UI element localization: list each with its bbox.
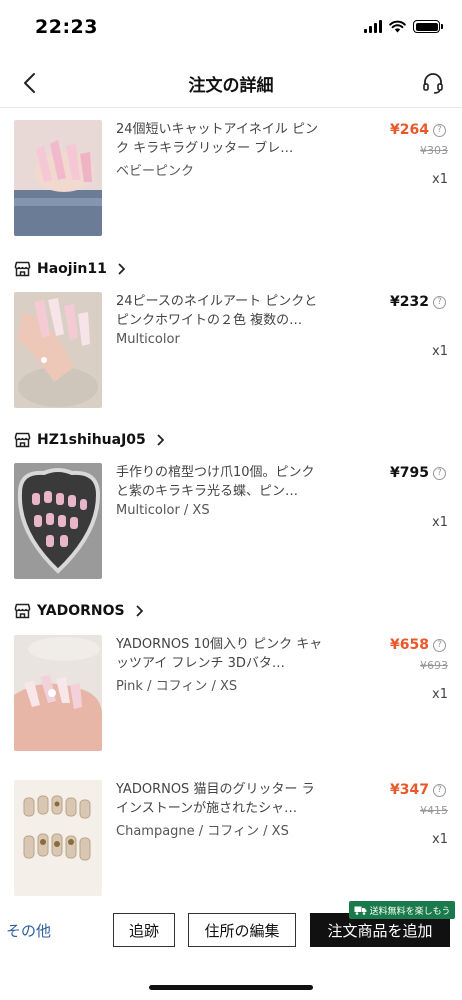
order-item[interactable]: YADORNOS 10個入り ピンク キャッツアイ フレンチ 3Dバタ… Pin… [0, 635, 462, 755]
edit-address-button[interactable]: 住所の編集 [188, 913, 296, 947]
status-time: 22:23 [35, 16, 98, 38]
product-image[interactable] [14, 780, 102, 896]
sale-price: ¥264 [390, 122, 429, 138]
signal-icon [364, 20, 382, 33]
product-image[interactable] [14, 635, 102, 751]
price: ¥232 ? [390, 294, 446, 310]
info-icon[interactable]: ? [433, 466, 446, 480]
free-shipping-text: 送料無料を楽しもう [369, 906, 451, 917]
store-icon [14, 432, 31, 448]
shop-name: Haojin11 [37, 261, 107, 277]
sale-price: ¥658 [390, 637, 429, 653]
headset-icon [423, 73, 443, 94]
order-items-list: 24個短いキャットアイネイル ピンク キラキラグリッター ブレ… ベビーピンク … [0, 108, 462, 896]
info-icon[interactable]: ? [433, 295, 446, 309]
free-shipping-badge: 送料無料を楽しもう [349, 901, 455, 919]
chevron-right-icon [135, 605, 143, 617]
quantity: x1 [432, 344, 448, 359]
track-button[interactable]: 追跡 [113, 913, 175, 947]
original-price: ¥693 [420, 659, 448, 672]
battery-icon [413, 20, 443, 33]
original-price: ¥415 [420, 804, 448, 817]
wifi-icon [389, 20, 406, 33]
status-icons [364, 20, 443, 33]
shop-name: YADORNOS [37, 603, 125, 619]
shop-name: HZ1shihuaJ05 [37, 432, 146, 448]
item-variant: Multicolor [116, 332, 180, 347]
price: ¥658 ? [390, 637, 446, 653]
item-variant: ベビーピンク [116, 164, 195, 179]
item-title: YADORNOS 10個入り ピンク キャッツアイ フレンチ 3Dバタ… [116, 637, 323, 671]
quantity: x1 [432, 687, 448, 702]
item-title: 24ピースのネイルアート ピンクとピンクホワイトの２色 複数の… [116, 294, 318, 328]
more-link[interactable]: その他 [6, 920, 51, 941]
status-bar: 22:23 [0, 0, 462, 58]
chevron-right-icon [117, 263, 125, 275]
quantity: x1 [432, 832, 448, 847]
order-item[interactable]: 24ピースのネイルアート ピンクとピンクホワイトの２色 複数の… Multico… [0, 292, 462, 412]
product-image[interactable] [14, 120, 102, 236]
product-image[interactable] [14, 292, 102, 408]
nav-bar: 注文の詳細 [0, 58, 462, 108]
item-title: YADORNOS 猫目のグリッター ラインストーンが施されたシャ… [116, 782, 315, 816]
order-item[interactable]: YADORNOS 猫目のグリッター ラインストーンが施されたシャ… Champa… [0, 780, 462, 896]
store-icon [14, 261, 31, 277]
price: ¥264 ? [390, 122, 446, 138]
item-variant: Pink / コフィン / XS [116, 679, 238, 694]
store-icon [14, 603, 31, 619]
quantity: x1 [432, 515, 448, 530]
bottom-action-bar: その他 追跡 住所の編集 注文商品を追加 送料無料を楽しもう [0, 896, 462, 1000]
price: ¥795 ? [390, 465, 446, 481]
item-variant: Champagne / コフィン / XS [116, 824, 289, 839]
quantity: x1 [432, 172, 448, 187]
item-title: 手作りの棺型つけ爪10個。ピンクと紫のキラキラ光る蝶、ピン… [116, 465, 315, 499]
product-image[interactable] [14, 463, 102, 579]
price-value: ¥232 [390, 294, 429, 310]
sale-price: ¥347 [390, 782, 429, 798]
support-button[interactable] [418, 68, 448, 98]
original-price: ¥303 [420, 144, 448, 157]
shop-header-haojin11[interactable]: Haojin11 [14, 258, 125, 280]
chevron-right-icon [156, 434, 164, 446]
info-icon[interactable]: ? [433, 638, 446, 652]
item-title: 24個短いキャットアイネイル ピンク キラキラグリッター ブレ… [116, 122, 319, 156]
page-title: 注文の詳細 [188, 76, 274, 96]
price-value: ¥795 [390, 465, 429, 481]
order-item[interactable]: 24個短いキャットアイネイル ピンク キラキラグリッター ブレ… ベビーピンク … [0, 120, 462, 240]
shop-header-yadornos[interactable]: YADORNOS [14, 600, 143, 622]
info-icon[interactable]: ? [433, 783, 446, 797]
truck-icon [354, 906, 367, 915]
price: ¥347 ? [390, 782, 446, 798]
home-indicator [149, 985, 313, 990]
shop-header-hz1shihuaj05[interactable]: HZ1shihuaJ05 [14, 429, 164, 451]
order-item[interactable]: 手作りの棺型つけ爪10個。ピンクと紫のキラキラ光る蝶、ピン… Multicolo… [0, 463, 462, 583]
info-icon[interactable]: ? [433, 123, 446, 137]
item-variant: Multicolor / XS [116, 503, 210, 518]
